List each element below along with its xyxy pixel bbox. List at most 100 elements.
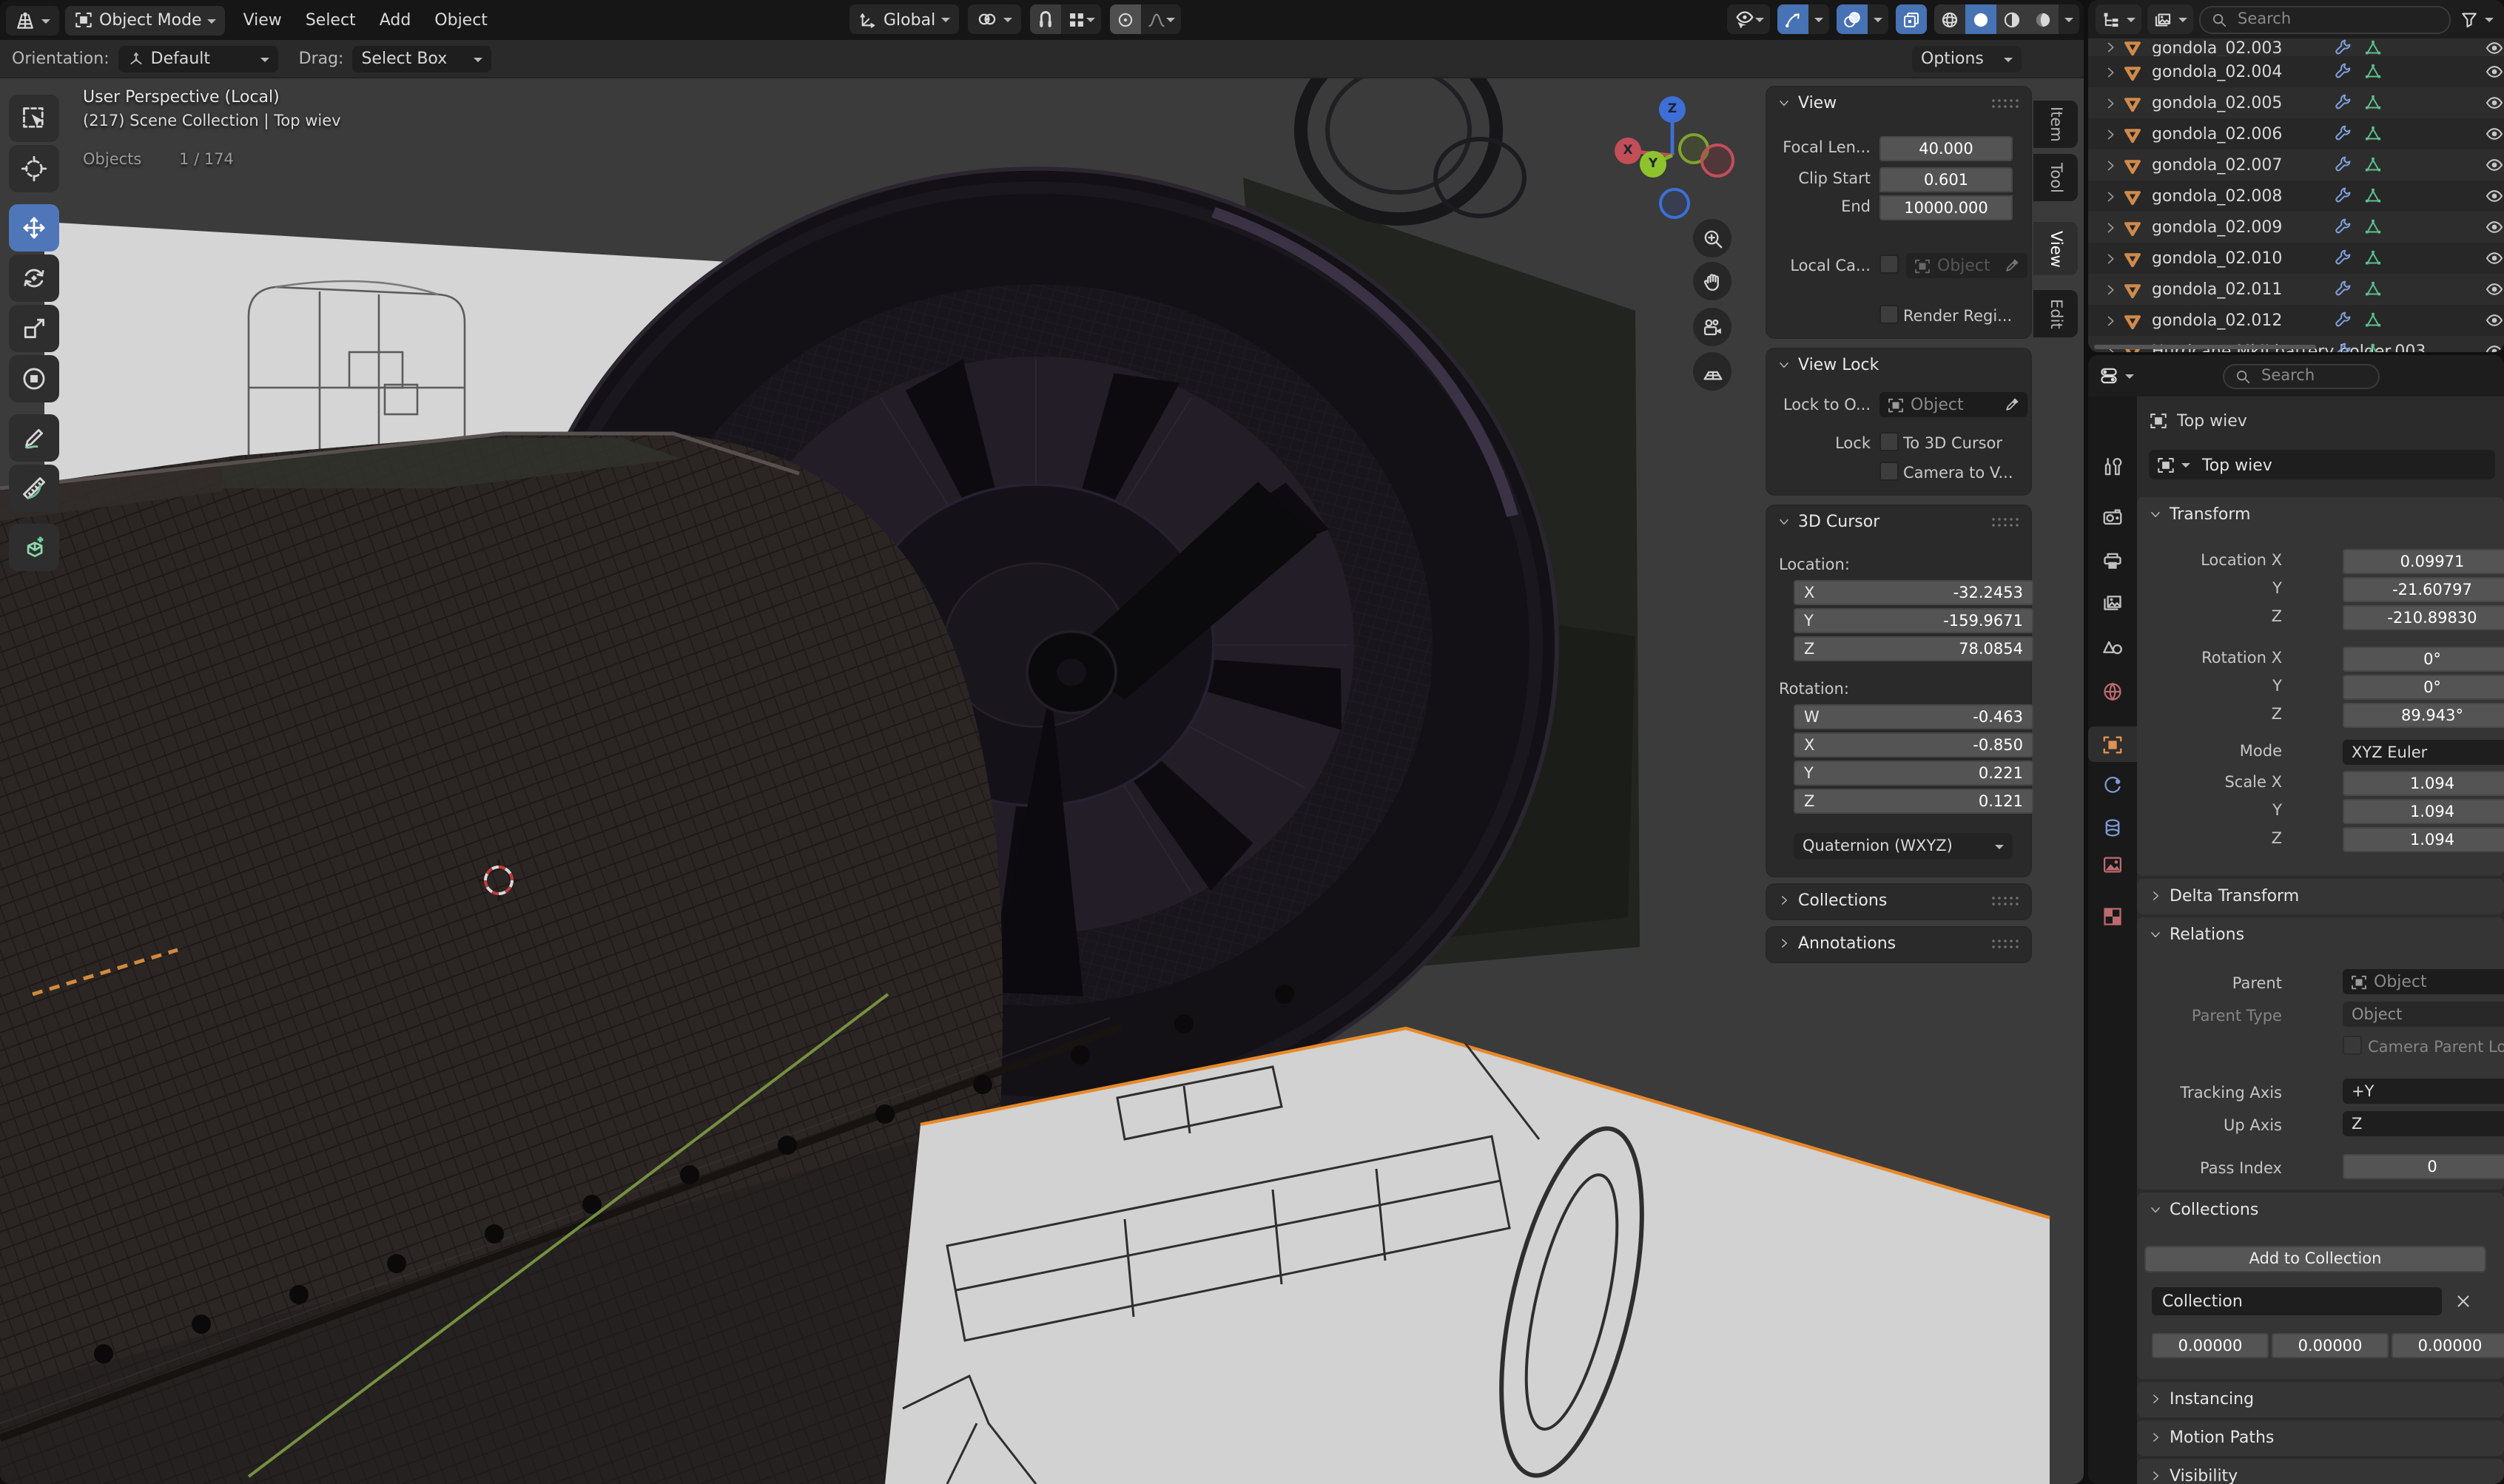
mesh-data-icon[interactable] (2363, 155, 2383, 175)
up-axis-select[interactable]: Z (2343, 1111, 2504, 1136)
eye-icon[interactable] (2485, 124, 2504, 144)
properties-search[interactable] (2223, 363, 2380, 388)
ntab-tool[interactable]: Tool (2033, 154, 2078, 201)
eye-icon[interactable] (2485, 62, 2504, 81)
tab-object-data[interactable] (2088, 846, 2137, 882)
cursor-w-field[interactable]: W-0.463 (1794, 704, 2033, 729)
view-lock-panel-header[interactable]: View Lock (1767, 349, 2030, 380)
tab-render[interactable] (2088, 499, 2137, 534)
expand-chevron-icon[interactable] (2103, 127, 2118, 141)
tool-annotate[interactable] (9, 414, 59, 462)
eye-icon[interactable] (2485, 280, 2504, 299)
outliner-search[interactable] (2199, 5, 2451, 33)
scale-field[interactable]: 1.094 (2343, 771, 2504, 796)
location-field[interactable]: 0.09971 (2343, 549, 2504, 574)
collection-offset-field[interactable]: 0.00000 (2392, 1333, 2504, 1358)
expand-chevron-icon[interactable] (2103, 95, 2118, 110)
focal-length-field[interactable]: 40.000 (1879, 136, 2013, 161)
expand-chevron-icon[interactable] (2103, 251, 2118, 266)
eye-icon[interactable] (2485, 186, 2504, 206)
orientation-select[interactable]: Default (118, 45, 278, 72)
parent-type-select[interactable]: Object (2343, 1002, 2504, 1027)
editor-type-button[interactable] (6, 5, 59, 35)
object-visibility-dropdown[interactable] (1727, 4, 1770, 34)
pivot-point-dropdown[interactable] (968, 4, 1021, 34)
snap-toggle[interactable] (1030, 4, 1061, 34)
camera-to-view-checkbox[interactable] (1879, 462, 1899, 481)
eye-icon[interactable] (2485, 38, 2504, 56)
cursor-z-field[interactable]: Z78.0854 (1794, 636, 2033, 661)
gizmo-axis-x-neg[interactable] (1700, 144, 1734, 178)
rotation-mode-select[interactable]: XYZ Euler (2343, 740, 2504, 765)
ntab-view[interactable]: View (2033, 222, 2078, 275)
mesh-data-icon[interactable] (2363, 311, 2383, 330)
collection-name-field[interactable]: Collection (2152, 1287, 2442, 1315)
properties-editor-type[interactable] (2094, 361, 2138, 391)
modifier-wrench-icon[interactable] (2334, 124, 2353, 144)
delta-transform-header[interactable]: Delta Transform (2137, 879, 2504, 913)
shading-solid[interactable] (1965, 4, 1996, 34)
modifier-wrench-icon[interactable] (2334, 38, 2353, 56)
tab-constraints[interactable] (2088, 809, 2137, 845)
overlays-toggle[interactable] (1837, 4, 1868, 34)
mesh-data-icon[interactable] (2363, 38, 2383, 56)
clip-end-field[interactable]: 10000.000 (1879, 195, 2013, 220)
outliner-row[interactable]: gondola_02.005 (2088, 87, 2504, 118)
panel-grip-icon[interactable] (1990, 97, 2020, 109)
mesh-data-icon[interactable] (2363, 217, 2383, 237)
breadcrumb[interactable]: Top wiev (2149, 411, 2247, 431)
cursor-panel-header[interactable]: 3D Cursor (1767, 506, 2030, 537)
location-field[interactable]: -210.89830 (2343, 605, 2504, 630)
tab-scene[interactable] (2088, 629, 2137, 664)
local-camera-checkbox[interactable] (1879, 254, 1899, 274)
tab-view-layer[interactable] (2088, 584, 2137, 620)
motion-paths-header[interactable]: Motion Paths (2137, 1420, 2504, 1454)
expand-chevron-icon[interactable] (2103, 158, 2118, 172)
shading-material[interactable] (1996, 4, 2027, 34)
eyedropper-icon[interactable] (2004, 257, 2020, 274)
mesh-data-icon[interactable] (2363, 280, 2383, 299)
outliner-row[interactable]: gondola_02.008 (2088, 181, 2504, 212)
remove-collection-button[interactable] (2454, 1292, 2473, 1311)
options-dropdown[interactable]: Options (1912, 45, 2022, 72)
clip-start-field[interactable]: 0.601 (1879, 167, 2013, 192)
shading-wireframe[interactable] (1934, 4, 1965, 34)
cursor-y-field[interactable]: Y-159.9671 (1794, 608, 2033, 633)
outliner-filter-id-type[interactable] (2147, 4, 2193, 34)
tool-rotate[interactable] (9, 254, 59, 302)
object-name-field[interactable]: Top wiev (2149, 450, 2495, 479)
gizmos-dropdown[interactable] (1808, 4, 1829, 34)
tab-physics[interactable] (2088, 768, 2137, 803)
outliner-row[interactable]: gondola_02.007 (2088, 149, 2504, 181)
outliner-row[interactable]: gondola_02.009 (2088, 212, 2504, 243)
panel-grip-icon[interactable] (1990, 894, 2020, 906)
cursor-x-field[interactable]: X-0.850 (1794, 732, 2033, 758)
instancing-header[interactable]: Instancing (2137, 1382, 2504, 1416)
proportional-falloff-dropdown[interactable] (1141, 4, 1181, 34)
modifier-wrench-icon[interactable] (2334, 155, 2353, 175)
lock-to-3d-cursor-checkbox[interactable] (1879, 432, 1899, 451)
modifier-wrench-icon[interactable] (2334, 217, 2353, 237)
rotation-field[interactable]: 0° (2343, 675, 2504, 700)
cursor-z-field[interactable]: Z0.121 (1794, 789, 2033, 814)
tab-tool[interactable] (2088, 448, 2137, 484)
rotation-field[interactable]: 0° (2343, 647, 2504, 672)
modifier-wrench-icon[interactable] (2334, 249, 2353, 268)
menu-add[interactable]: Add (368, 7, 423, 33)
outliner-row[interactable]: gondola_02.011 (2088, 274, 2504, 305)
collections-header[interactable]: Collections (2137, 1193, 2504, 1227)
gizmo-axis-z[interactable]: Z (1659, 96, 1686, 123)
eye-icon[interactable] (2485, 93, 2504, 112)
rotation-mode-dropdown[interactable]: Quaternion (WXYZ) (1794, 833, 2013, 860)
outliner-display-mode[interactable] (2096, 4, 2141, 34)
visibility-header[interactable]: Visibility (2137, 1459, 2504, 1484)
mesh-data-icon[interactable] (2363, 62, 2383, 81)
expand-chevron-icon[interactable] (2103, 64, 2118, 79)
scale-field[interactable]: 1.094 (2343, 827, 2504, 852)
modifier-wrench-icon[interactable] (2334, 280, 2353, 299)
menu-select[interactable]: Select (294, 7, 368, 33)
nav-camera-icon[interactable] (1693, 308, 1731, 346)
local-camera-object-field[interactable]: Object (1906, 253, 2027, 278)
mode-dropdown[interactable]: Object Mode (65, 5, 226, 35)
mesh-data-icon[interactable] (2363, 249, 2383, 268)
